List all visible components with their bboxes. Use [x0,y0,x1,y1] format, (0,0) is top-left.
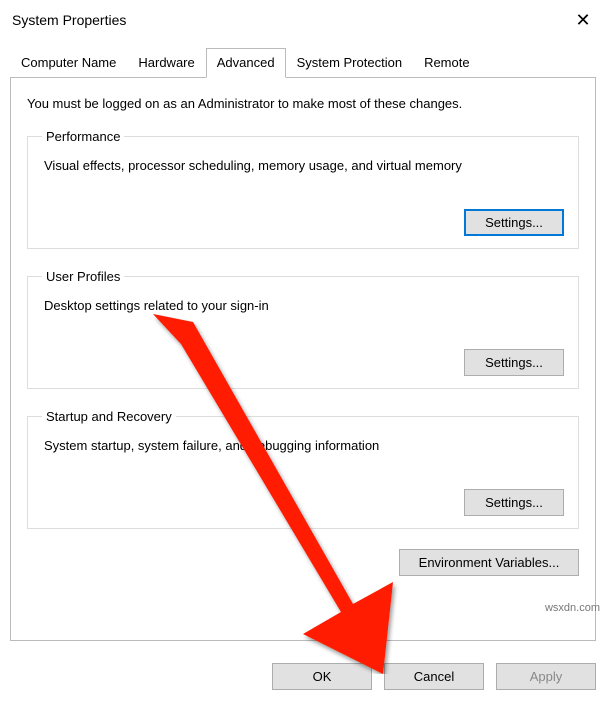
group-user-profiles: User Profiles Desktop settings related t… [27,269,579,389]
close-button[interactable]: ✕ [560,4,606,36]
tab-remote[interactable]: Remote [413,48,481,77]
tabs-area: Computer Name Hardware Advanced System P… [0,40,606,641]
ok-button[interactable]: OK [272,663,372,690]
group-startup-recovery-legend: Startup and Recovery [42,409,176,424]
close-icon: ✕ [575,11,590,29]
apply-button[interactable]: Apply [496,663,596,690]
dialog-button-bar: OK Cancel Apply [272,663,596,690]
environment-variables-button[interactable]: Environment Variables... [399,549,579,576]
tab-content-advanced: You must be logged on as an Administrato… [10,77,596,641]
tab-hardware[interactable]: Hardware [127,48,205,77]
watermark-text: wsxdn.com [545,602,600,614]
group-user-profiles-desc: Desktop settings related to your sign-in [44,298,564,313]
admin-notice: You must be logged on as an Administrato… [27,96,579,111]
group-startup-recovery-desc: System startup, system failure, and debu… [44,438,564,453]
system-properties-window: System Properties ✕ Computer Name Hardwa… [0,0,606,702]
user-profiles-settings-button[interactable]: Settings... [464,349,564,376]
tab-computer-name[interactable]: Computer Name [10,48,127,77]
titlebar: System Properties ✕ [0,0,606,40]
tabstrip: Computer Name Hardware Advanced System P… [10,48,596,77]
window-title: System Properties [12,12,126,28]
group-startup-recovery: Startup and Recovery System startup, sys… [27,409,579,529]
tab-system-protection[interactable]: System Protection [286,48,414,77]
group-performance: Performance Visual effects, processor sc… [27,129,579,249]
cancel-button[interactable]: Cancel [384,663,484,690]
performance-settings-button[interactable]: Settings... [464,209,564,236]
tab-advanced[interactable]: Advanced [206,48,286,78]
group-performance-legend: Performance [42,129,124,144]
group-performance-desc: Visual effects, processor scheduling, me… [44,158,564,173]
startup-recovery-settings-button[interactable]: Settings... [464,489,564,516]
group-user-profiles-legend: User Profiles [42,269,124,284]
